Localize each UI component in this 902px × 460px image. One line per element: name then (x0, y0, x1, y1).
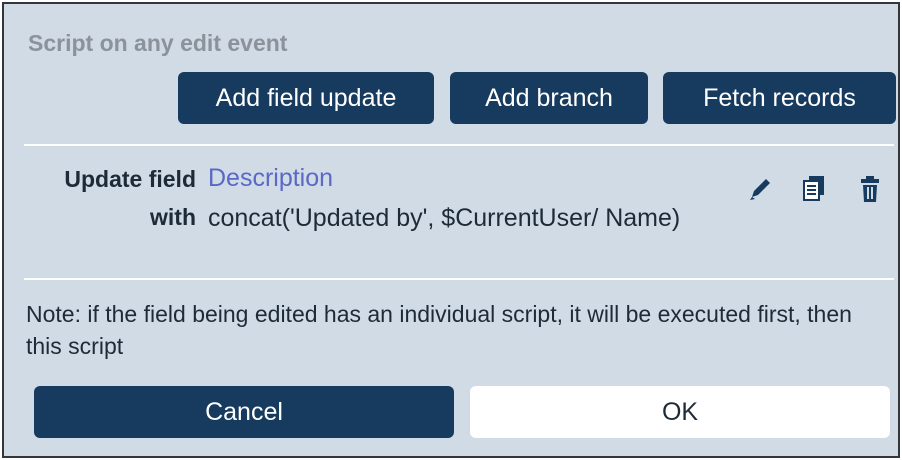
trash-icon[interactable] (854, 172, 886, 206)
update-field-label: Update field (64, 166, 196, 192)
with-label: with (150, 204, 196, 230)
add-field-update-button[interactable]: Add field update (178, 72, 434, 124)
copy-icon[interactable] (798, 172, 830, 206)
ok-button[interactable]: OK (470, 386, 890, 438)
dialog-title: Script on any edit event (28, 30, 288, 56)
pencil-icon[interactable] (744, 172, 776, 206)
expression-text: concat('Updated by', $CurrentUser/ Name) (208, 204, 681, 232)
divider (24, 278, 894, 280)
edit-event-script-dialog: Script on any edit event Add field updat… (2, 2, 900, 458)
note-text: Note: if the field being edited has an i… (26, 301, 852, 359)
field-name-link[interactable]: Description (208, 164, 333, 193)
cancel-button[interactable]: Cancel (34, 386, 454, 438)
add-branch-button[interactable]: Add branch (450, 72, 648, 124)
divider (24, 144, 894, 146)
fetch-records-button[interactable]: Fetch records (663, 72, 896, 124)
